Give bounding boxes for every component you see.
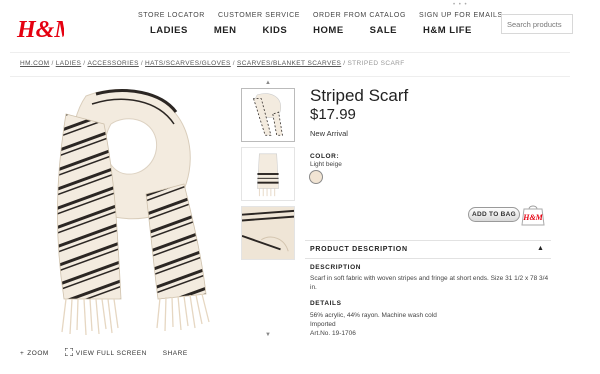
utility-link-customer-service[interactable]: CUSTOMER SERVICE [218,12,300,19]
details-line-3: Art.No. 19-1706 [310,330,356,337]
add-to-bag-label: ADD TO BAG [468,207,520,222]
new-arrival-badge: New Arrival [310,129,348,138]
nav-hm-life[interactable]: H&M LIFE [423,25,472,36]
nav-kids[interactable]: KIDS [262,25,287,36]
details-line-1: 56% acrylic, 44% rayon. Machine wash col… [310,312,437,319]
utility-link-store-locator[interactable]: STORE LOCATOR [138,12,205,19]
breadcrumb: HM.COM / LADIES / ACCESSORIES / HATS/SCARVES/G… [20,60,405,67]
breadcrumb-divider [10,76,570,77]
decorative-dots: • • • [453,2,468,8]
description-top-divider [305,240,551,241]
chevron-down-icon[interactable]: ▼ [265,332,271,338]
breadcrumb-scarves-blanket-scarves[interactable]: SCARVES/BLANKET SCARVES [237,60,341,67]
breadcrumb-current: STRIPED SCARF [347,60,405,67]
thumbnail-strip [241,88,295,265]
nav-men[interactable]: MEN [214,25,237,36]
bag-logo: H&M [522,213,543,222]
breadcrumb-separator: / [83,60,86,67]
main-nav: LADIES MEN KIDS HOME SALE H&M LIFE [150,25,472,36]
header-divider [10,52,570,53]
chevron-up-icon[interactable]: ▲ [265,80,271,86]
hm-logo[interactable]: H&M [16,10,77,44]
search-input[interactable] [501,14,573,34]
breadcrumb-ladies[interactable]: LADIES [56,60,82,67]
breadcrumb-hm-com[interactable]: HM.COM [20,60,49,67]
share-button[interactable]: SHARE [163,350,188,357]
nav-sale[interactable]: SALE [370,25,397,36]
description-header-divider [305,258,551,259]
zoom-label: ZOOM [27,349,49,357]
breadcrumb-separator: / [140,60,144,67]
product-price: $17.99 [310,106,356,123]
utility-link-order-catalog[interactable]: ORDER FROM CATALOG [313,12,406,19]
color-swatch-light-beige[interactable] [309,170,323,184]
thumbnail-2[interactable] [241,147,295,201]
details-line-2: Imported [310,321,336,328]
color-label: COLOR: [310,153,340,160]
description-label: DESCRIPTION [310,264,362,271]
view-full-screen-button[interactable]: VIEW FULL SCREEN [64,347,147,358]
nav-ladies[interactable]: LADIES [150,25,188,36]
plus-icon: + [20,349,25,357]
details-label: DETAILS [310,300,342,307]
product-description-header[interactable]: PRODUCT DESCRIPTION [310,246,408,253]
shopping-bag-icon: H&M [521,205,545,226]
thumbnail-1[interactable] [241,88,295,142]
product-title: Striped Scarf [310,86,409,105]
zoom-button[interactable]: + ZOOM [20,350,49,357]
thumbnail-3[interactable] [241,206,295,260]
expand-icon [64,347,74,358]
logo-text: H&M [16,17,64,43]
utility-link-sign-up-emails[interactable]: SIGN UP FOR EMAILS [419,12,503,19]
breadcrumb-separator: / [51,60,54,67]
image-tools: + ZOOM VIEW FULL SCREEN SHARE [20,347,188,358]
main-product-image[interactable] [26,84,232,338]
breadcrumb-separator: / [343,60,346,67]
nav-home[interactable]: HOME [313,25,344,36]
breadcrumb-separator: / [232,60,235,67]
collapse-toggle-icon[interactable]: ▲ [537,245,544,252]
share-label: SHARE [162,349,188,357]
view-full-label: VIEW FULL SCREEN [75,349,147,357]
color-value: Light beige [310,161,342,168]
breadcrumb-accessories[interactable]: ACCESSORIES [87,60,138,67]
utility-nav: STORE LOCATOR CUSTOMER SERVICE ORDER FRO… [138,12,503,19]
add-to-bag-button[interactable]: ADD TO BAG H&M [468,204,550,226]
breadcrumb-hats-scarves-gloves[interactable]: HATS/SCARVES/GLOVES [145,60,231,67]
description-text: Scarf in soft fabric with woven stripes … [310,275,549,291]
